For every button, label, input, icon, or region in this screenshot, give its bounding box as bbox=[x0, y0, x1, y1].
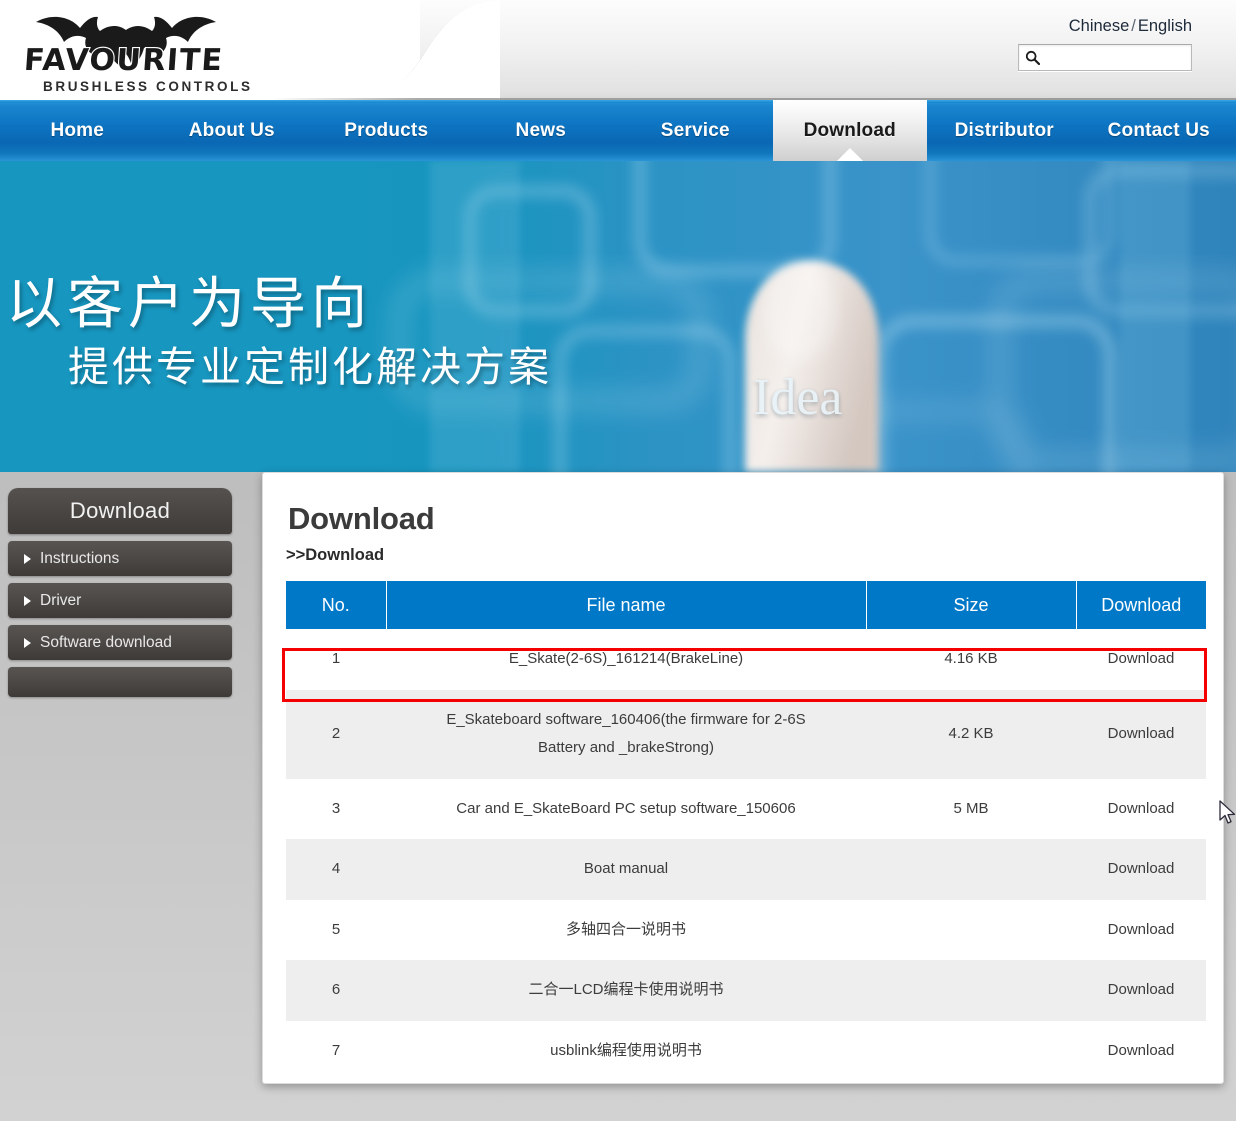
mouse-cursor-icon bbox=[1219, 800, 1236, 824]
nav-label: Home bbox=[50, 119, 105, 141]
sidebar-item-label: Driver bbox=[40, 591, 82, 609]
cell-file-name: E_Skateboard software_160406(the firmwar… bbox=[386, 689, 866, 779]
sidebar-item-label: Instructions bbox=[40, 549, 120, 567]
main-content-area: Download Instructions Driver Software do… bbox=[0, 472, 1236, 1092]
triangle-right-icon bbox=[24, 595, 31, 606]
sidebar: Download Instructions Driver Software do… bbox=[8, 488, 232, 697]
column-header-file-name: File name bbox=[385, 581, 866, 629]
cell-size bbox=[866, 1021, 1076, 1082]
download-link[interactable]: Download bbox=[1076, 689, 1206, 779]
banner-subtitle: 提供专业定制化解决方案 bbox=[68, 343, 552, 391]
download-link[interactable]: Download bbox=[1076, 839, 1206, 900]
table-row: 4 Boat manual Download bbox=[286, 839, 1206, 900]
logo-tagline: BRUSHLESS CONTROLS bbox=[43, 79, 253, 94]
download-link[interactable]: Download bbox=[1076, 900, 1206, 961]
lang-separator: / bbox=[1131, 17, 1136, 35]
search-box[interactable] bbox=[1018, 44, 1221, 71]
cell-no: 1 bbox=[331, 650, 341, 667]
nav-label: News bbox=[515, 119, 566, 141]
sidebar-heading: Download bbox=[8, 488, 232, 534]
search-icon bbox=[1019, 45, 1045, 70]
nav-item-distributor[interactable]: Distributor bbox=[927, 100, 1082, 161]
nav-item-about-us[interactable]: About Us bbox=[155, 100, 310, 161]
language-switcher[interactable]: Chinese / English bbox=[1069, 17, 1192, 36]
nav-label: Contact Us bbox=[1107, 119, 1210, 141]
site-header: FAVOURITE BRUSHLESS CONTROLS Chinese / Eng… bbox=[0, 0, 1236, 100]
nav-item-service[interactable]: Service bbox=[618, 100, 773, 161]
table-row: 5 多轴四合一说明书 Download bbox=[286, 900, 1206, 961]
download-link[interactable]: Download bbox=[1076, 629, 1206, 690]
breadcrumb: >>Download bbox=[286, 546, 385, 564]
table-row: 7 usblink编程使用说明书 Download bbox=[286, 1021, 1206, 1082]
banner-title: 以客户为导向 bbox=[6, 272, 372, 337]
header-curve-divider bbox=[280, 0, 500, 100]
content-panel: Download >>Download No. File name Size D… bbox=[262, 472, 1224, 1084]
cell-file-name: E_Skate(2-6S)_161214(BrakeLine) bbox=[508, 650, 744, 667]
cell-no: 6 bbox=[286, 960, 386, 1021]
cell-no: 3 bbox=[331, 799, 341, 817]
svg-text:FAVOURITE: FAVOURITE bbox=[23, 43, 225, 78]
table-header-row: No. File name Size Download bbox=[286, 581, 1206, 629]
main-navigation: Home About Us Products News Service Down… bbox=[0, 100, 1236, 161]
banner-overlay-word: Idea bbox=[753, 369, 843, 426]
logo-wordmark: FAVOURITE bbox=[22, 42, 226, 79]
cell-file-name: usblink编程使用说明书 bbox=[550, 1041, 702, 1059]
download-link[interactable]: Download bbox=[1076, 960, 1206, 1021]
triangle-right-icon bbox=[24, 553, 31, 564]
table-row: 6 二合一LCD编程卡使用说明书 Download bbox=[286, 960, 1206, 1021]
download-link[interactable]: Download bbox=[1076, 779, 1206, 840]
nav-item-home[interactable]: Home bbox=[0, 100, 155, 161]
nav-label: Download bbox=[803, 119, 896, 141]
nav-item-contact-us[interactable]: Contact Us bbox=[1082, 100, 1236, 161]
sidebar-item-software-download[interactable]: Software download bbox=[8, 625, 232, 660]
sidebar-item-label: Software download bbox=[40, 633, 172, 651]
cell-no: 7 bbox=[331, 1041, 341, 1059]
download-link[interactable]: Download bbox=[1076, 1021, 1206, 1082]
sidebar-item-empty[interactable] bbox=[8, 667, 232, 697]
search-input[interactable] bbox=[1045, 46, 1221, 69]
cell-file-name: Boat manual bbox=[386, 839, 866, 900]
lang-english-link[interactable]: English bbox=[1138, 17, 1192, 35]
nav-item-download[interactable]: Download bbox=[772, 100, 927, 161]
page-title: Download bbox=[288, 501, 435, 536]
cell-file-name: Car and E_SkateBoard PC setup software_1… bbox=[456, 799, 796, 817]
column-header-no: No. bbox=[286, 581, 386, 629]
sidebar-item-instructions[interactable]: Instructions bbox=[8, 541, 232, 576]
nav-label: Distributor bbox=[954, 119, 1054, 141]
nav-item-products[interactable]: Products bbox=[309, 100, 464, 161]
cell-file-name: 二合一LCD编程卡使用说明书 bbox=[386, 960, 866, 1021]
triangle-right-icon bbox=[24, 637, 31, 648]
cell-size: 5 MB bbox=[953, 799, 989, 817]
column-header-size: Size bbox=[865, 581, 1076, 629]
table-row: 2 E_Skateboard software_160406(the firmw… bbox=[286, 689, 1206, 779]
cell-size bbox=[866, 960, 1076, 1021]
cell-no: 4 bbox=[286, 839, 386, 900]
nav-label: Service bbox=[660, 119, 730, 141]
cell-size bbox=[866, 900, 1076, 961]
table-row: 3 Car and E_SkateBoard PC setup software… bbox=[286, 779, 1206, 840]
nav-label: About Us bbox=[188, 119, 275, 141]
cell-no: 5 bbox=[331, 920, 341, 938]
download-table: No. File name Size Download 1 E_Skate(2-… bbox=[286, 581, 1206, 1081]
column-header-download: Download bbox=[1075, 581, 1206, 629]
active-tab-notch-icon bbox=[836, 148, 863, 161]
table-row: 1 E_Skate(2-6S)_161214(BrakeLine) 4.16 K… bbox=[286, 629, 1206, 690]
cell-size: 4.16 KB bbox=[944, 650, 998, 667]
finger-illustration bbox=[745, 261, 879, 472]
cell-file-name: 多轴四合一说明书 bbox=[565, 920, 686, 938]
sidebar-item-driver[interactable]: Driver bbox=[8, 583, 232, 618]
nav-label: Products bbox=[344, 119, 429, 141]
lang-chinese-link[interactable]: Chinese bbox=[1069, 17, 1130, 35]
cell-size: 4.2 KB bbox=[866, 689, 1076, 779]
hero-banner: 以客户为导向 提供专业定制化解决方案 Idea bbox=[0, 161, 1236, 472]
cell-size bbox=[866, 839, 1076, 900]
cell-no: 2 bbox=[286, 689, 386, 779]
nav-item-news[interactable]: News bbox=[464, 100, 619, 161]
logo[interactable]: FAVOURITE BRUSHLESS CONTROLS bbox=[14, 4, 264, 100]
